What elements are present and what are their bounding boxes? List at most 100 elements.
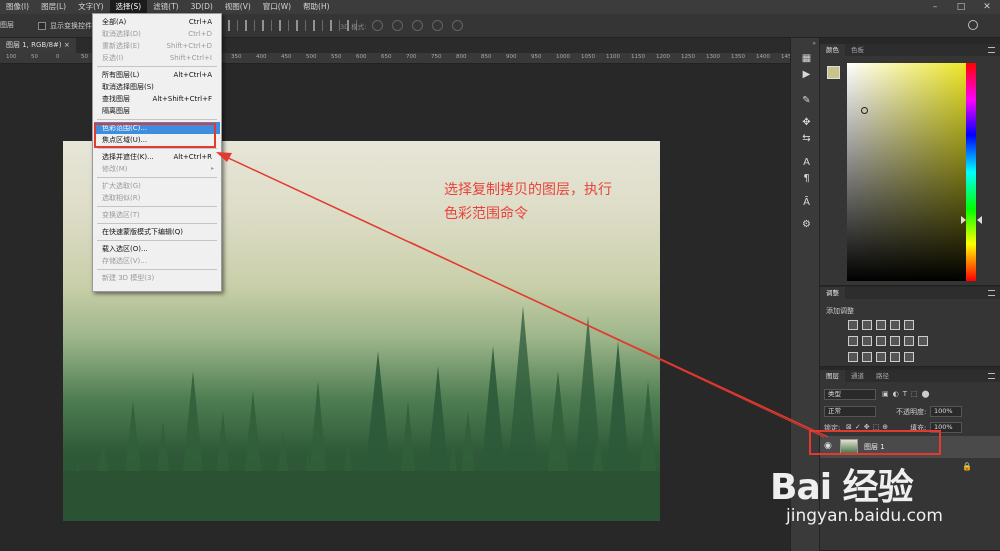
panel-menu-icon[interactable] bbox=[988, 47, 995, 53]
dropdown-menu-item[interactable]: 变换选区(T) bbox=[94, 209, 220, 221]
3d-icons bbox=[372, 20, 463, 31]
channel-mixer-icon[interactable] bbox=[904, 336, 914, 346]
opacity-input[interactable]: 100% bbox=[930, 406, 962, 417]
properties-icon[interactable]: ⚙ bbox=[800, 218, 813, 231]
ruler-tick: 1350 bbox=[731, 54, 745, 60]
glyphs-icon[interactable]: Ã bbox=[800, 196, 813, 209]
blend-mode-select[interactable]: 正常 bbox=[824, 406, 876, 417]
minimize-button[interactable]: – bbox=[922, 0, 948, 14]
vibrance-icon[interactable] bbox=[904, 320, 914, 330]
color-lookup-icon[interactable] bbox=[918, 336, 928, 346]
dropdown-menu-item[interactable]: 新建 3D 模型(3) bbox=[94, 272, 220, 284]
foreground-color-swatch[interactable] bbox=[827, 66, 840, 79]
clone-source-icon[interactable]: ✥ bbox=[800, 116, 813, 129]
search-icon[interactable] bbox=[968, 20, 978, 30]
filter-icons[interactable]: ▣◐T⬚⬤ bbox=[882, 390, 933, 402]
tool-presets-icon[interactable]: ⇆ bbox=[800, 132, 813, 145]
menu-item[interactable]: 文字(Y) bbox=[72, 0, 109, 14]
brightness-icon[interactable] bbox=[848, 320, 858, 330]
history-icon[interactable]: ▦ bbox=[800, 52, 813, 65]
menu-item[interactable]: 3D(D) bbox=[185, 0, 219, 14]
selective-color-icon[interactable] bbox=[904, 352, 914, 362]
exposure-icon[interactable] bbox=[890, 320, 900, 330]
distribute-icon[interactable] bbox=[330, 20, 340, 31]
threshold-icon[interactable] bbox=[876, 352, 886, 362]
layer-filter-kind[interactable]: 类型 bbox=[824, 389, 876, 400]
dropdown-menu-item[interactable]: 反选(I) Shift+Ctrl+I bbox=[94, 52, 220, 64]
dropdown-menu-item[interactable]: 全部(A) Ctrl+A bbox=[94, 16, 220, 28]
gradient-map-icon[interactable] bbox=[890, 352, 900, 362]
dropdown-menu-item[interactable]: 所有图层(L) Alt+Ctrl+A bbox=[94, 69, 220, 81]
menu-item[interactable]: 视图(V) bbox=[219, 0, 257, 14]
hue-slider[interactable] bbox=[966, 63, 976, 281]
collapse-icon[interactable]: » bbox=[812, 40, 816, 47]
auto-select-target[interactable]: 图层 bbox=[0, 20, 14, 30]
dropdown-menu-item[interactable]: 重新选择(E) Shift+Ctrl+D bbox=[94, 40, 220, 52]
dropdown-menu-item[interactable]: 载入选区(O)... bbox=[94, 243, 220, 255]
maximize-button[interactable]: □ bbox=[948, 0, 974, 14]
align-middle-icon[interactable] bbox=[296, 20, 306, 31]
tab-adjustments[interactable]: 调整 bbox=[820, 287, 845, 299]
forest-floor bbox=[63, 471, 660, 521]
menu-item-shortcut: Alt+Shift+Ctrl+F bbox=[152, 95, 212, 103]
ruler-tick: 1050 bbox=[581, 54, 595, 60]
levels-icon[interactable] bbox=[862, 320, 872, 330]
dropdown-menu-item[interactable]: 取消选择(D) Ctrl+D bbox=[94, 28, 220, 40]
paragraph-icon[interactable]: ¶ bbox=[800, 172, 813, 185]
tab-paths[interactable]: 路径 bbox=[870, 370, 895, 382]
scale-3d-icon[interactable] bbox=[452, 20, 463, 31]
document-tab[interactable]: 图层 1, RGB/8#) × bbox=[0, 38, 76, 53]
align-right-icon[interactable] bbox=[262, 20, 272, 31]
window-controls: – □ ✕ bbox=[922, 0, 1000, 14]
color-picker-ring[interactable] bbox=[861, 107, 868, 114]
dropdown-menu-item[interactable]: 隔离图层 bbox=[94, 105, 220, 117]
panel-menu-icon[interactable] bbox=[988, 373, 995, 379]
color-picker-field[interactable] bbox=[847, 63, 972, 281]
hue-saturation-icon[interactable] bbox=[848, 336, 858, 346]
dropdown-menu-item[interactable]: 在快速蒙版模式下编辑(Q) bbox=[94, 226, 220, 238]
dropdown-menu-item[interactable]: 选择并遮住(K)... Alt+Ctrl+R bbox=[94, 151, 220, 163]
curves-icon[interactable] bbox=[876, 320, 886, 330]
slide-3d-icon[interactable] bbox=[432, 20, 443, 31]
align-bottom-icon[interactable] bbox=[313, 20, 323, 31]
menu-item-label: 变换选区(T) bbox=[102, 211, 140, 219]
dropdown-menu-item[interactable]: 扩大选取(G) bbox=[94, 180, 220, 192]
pan-3d-icon[interactable] bbox=[412, 20, 423, 31]
dropdown-menu-item[interactable]: 选取相似(R) bbox=[94, 192, 220, 204]
brush-settings-icon[interactable]: ✎ bbox=[800, 94, 813, 107]
dropdown-menu-item[interactable]: 取消选择图层(S) bbox=[94, 81, 220, 93]
menu-item[interactable]: 滤镜(T) bbox=[147, 0, 184, 14]
ruler-tick: 550 bbox=[331, 54, 342, 60]
play-icon[interactable]: ▶ bbox=[800, 68, 813, 81]
align-left-icon[interactable] bbox=[228, 20, 238, 31]
menu-item[interactable]: 图层(L) bbox=[35, 0, 72, 14]
tab-channels[interactable]: 通道 bbox=[845, 370, 870, 382]
photo-filter-icon[interactable] bbox=[890, 336, 900, 346]
show-transform-label: 显示变换控件 bbox=[50, 22, 92, 30]
close-button[interactable]: ✕ bbox=[974, 0, 1000, 14]
menu-item[interactable]: 图像(I) bbox=[0, 0, 35, 14]
dropdown-menu-item[interactable]: 修改(M) ▸ bbox=[94, 163, 220, 175]
menu-item[interactable]: 窗口(W) bbox=[257, 0, 297, 14]
show-transform-checkbox[interactable] bbox=[38, 22, 46, 30]
character-icon[interactable]: A bbox=[800, 156, 813, 169]
color-balance-icon[interactable] bbox=[862, 336, 872, 346]
roll-3d-icon[interactable] bbox=[392, 20, 403, 31]
tab-layers[interactable]: 图层 bbox=[820, 370, 845, 382]
align-center-icon[interactable] bbox=[245, 20, 255, 31]
align-top-icon[interactable] bbox=[279, 20, 289, 31]
menu-item[interactable]: 帮助(H) bbox=[297, 0, 336, 14]
annotation-text: 选择复制拷贝的图层，执行 色彩范围命令 bbox=[444, 178, 612, 226]
dropdown-menu-item[interactable]: 查找图层 Alt+Shift+Ctrl+F bbox=[94, 93, 220, 105]
menu-item[interactable]: 选择(S) bbox=[109, 0, 148, 14]
select-menu-dropdown: 全部(A) Ctrl+A 取消选择(D) Ctrl+D 重新选择(E) Shift+Ctr… bbox=[92, 13, 222, 292]
tab-color[interactable]: 颜色 bbox=[820, 44, 845, 56]
ruler-tick: 700 bbox=[406, 54, 417, 60]
black-white-icon[interactable] bbox=[876, 336, 886, 346]
invert-icon[interactable] bbox=[848, 352, 858, 362]
panel-menu-icon[interactable] bbox=[988, 290, 995, 296]
orbit-3d-icon[interactable] bbox=[372, 20, 383, 31]
dropdown-menu-item[interactable]: 存储选区(V)... bbox=[94, 255, 220, 267]
posterize-icon[interactable] bbox=[862, 352, 872, 362]
tab-swatches[interactable]: 色板 bbox=[845, 44, 870, 56]
